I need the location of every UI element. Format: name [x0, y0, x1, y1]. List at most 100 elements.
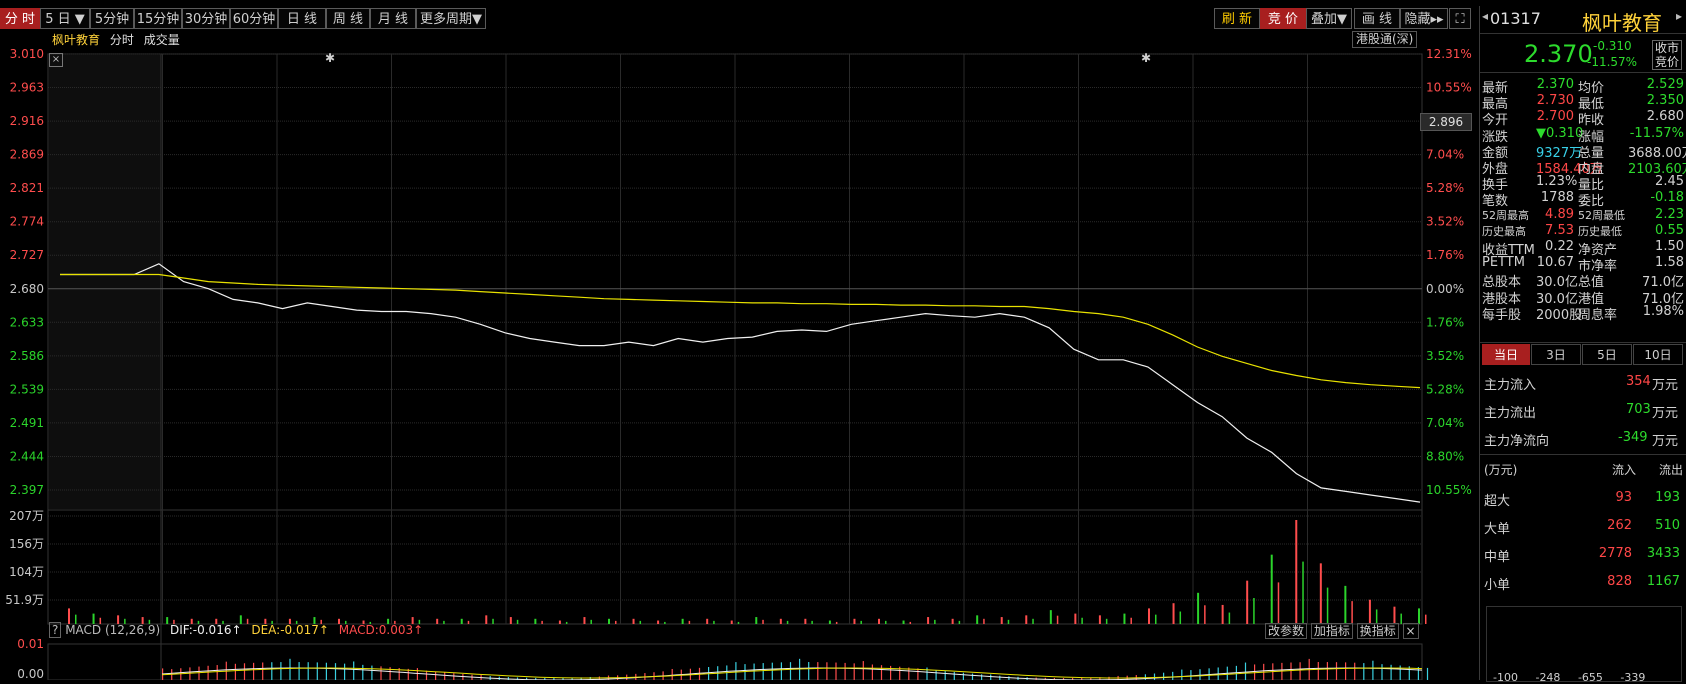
volume-bar — [583, 617, 586, 624]
macd-bar — [1363, 663, 1365, 680]
flow-out-header: 流出 — [1659, 463, 1684, 477]
macd-bar — [999, 675, 1001, 680]
help-icon[interactable]: ? — [49, 622, 62, 638]
macd-bar — [789, 662, 792, 680]
refresh-button[interactable]: 刷 新 — [1214, 8, 1260, 29]
volume-bar — [755, 617, 758, 624]
quote-row: 换手 1.23% 量比 2.45 — [1482, 174, 1684, 193]
close-icon[interactable]: × — [49, 53, 63, 67]
close-indicator-icon[interactable]: × — [1402, 623, 1419, 639]
quote-value: 4.89 — [1545, 206, 1574, 222]
fullscreen-icon[interactable]: ⛶ — [1449, 8, 1471, 29]
macd-bar — [425, 670, 428, 680]
divider — [1480, 33, 1686, 34]
volume-bar — [909, 621, 912, 624]
overlay-button[interactable]: 叠加▼ — [1306, 8, 1352, 29]
tab-5day[interactable]: 5 日 ▼ — [40, 8, 90, 29]
tab-15min[interactable]: 15分钟 — [134, 8, 182, 29]
macd-dea: DEA:-0.017↑ — [251, 623, 329, 637]
quote-label: 52周最低 — [1578, 208, 1625, 222]
volume-bar — [1319, 563, 1322, 624]
volume-bar — [1228, 612, 1231, 624]
volume-bar — [1246, 580, 1249, 624]
price-tick: 2.680 — [10, 282, 44, 296]
quote-value: 2.529 — [1646, 77, 1684, 92]
price-tick: 2.539 — [10, 382, 44, 396]
tab-fenshi[interactable]: 分 时 — [0, 8, 40, 29]
macd-bar — [1354, 662, 1356, 680]
quote-row: 总股本 30.0亿 总值 71.0亿 — [1482, 271, 1684, 290]
macd-bar — [453, 673, 455, 680]
volume-bar — [1105, 618, 1108, 624]
volume-bar — [492, 618, 494, 624]
quote-value: 2.350 — [1646, 93, 1684, 109]
volume-bar — [804, 618, 807, 624]
edit-params-button[interactable]: 改参数 — [1265, 623, 1308, 639]
quote-value: 0.55 — [1655, 222, 1684, 238]
macd-bar — [1144, 674, 1146, 680]
volume-bar — [1000, 617, 1003, 624]
volume-bar — [1204, 605, 1206, 624]
volume-bar — [1098, 615, 1101, 624]
tab-5min[interactable]: 5分钟 — [90, 8, 134, 29]
macd-bar — [198, 666, 200, 680]
volume-bar — [1025, 615, 1028, 624]
volume-bar — [615, 620, 617, 624]
tab-60min[interactable]: 60分钟 — [230, 8, 278, 29]
hide-button[interactable]: 隐藏▸▸ — [1400, 8, 1448, 29]
quote-value: 2.370 — [1536, 77, 1574, 92]
flow-tab-3day[interactable]: 3日 — [1531, 344, 1581, 365]
macd-bar — [325, 662, 327, 680]
prev-stock-icon[interactable]: ◂ — [1482, 9, 1488, 23]
macd-bar — [771, 662, 773, 680]
tab-more-periods[interactable]: 更多周期▼ — [416, 8, 486, 29]
volume-bar — [657, 620, 660, 624]
quote-label: 历史最高 — [1482, 224, 1526, 238]
pct-tick: 10.55% — [1426, 483, 1472, 497]
quote-value: 1.23% — [1536, 174, 1578, 190]
volume-tick: 207万 — [9, 509, 44, 523]
macd-bar — [380, 666, 382, 680]
volume-bar — [688, 620, 691, 624]
volume-bar — [1130, 617, 1132, 624]
quote-value: 1788 — [1540, 190, 1574, 206]
next-stock-icon[interactable]: ▸ — [1676, 9, 1682, 23]
quote-value: -11.57% — [1629, 125, 1684, 141]
flow-tab-5day[interactable]: 5日 — [1582, 344, 1632, 365]
main-net-unit: 万元 — [1652, 434, 1679, 449]
legend-stock-name: 枫叶教育 — [52, 33, 101, 47]
price-tick: 2.586 — [10, 349, 44, 363]
tab-week[interactable]: 周 线 — [326, 8, 370, 29]
price-chart[interactable]: 3.010 12.31% 2.963 10.55% 2.916 2.869 7.04% 2.8… — [0, 46, 1479, 680]
macd-label[interactable]: MACD (12,26,9) — [65, 623, 160, 637]
draw-line-button[interactable]: 画 线 — [1354, 8, 1400, 29]
quote-row: 最高 2.730 最低 2.350 — [1482, 93, 1684, 112]
tab-30min[interactable]: 30分钟 — [182, 8, 230, 29]
main-outflow-label: 主力流出 — [1484, 406, 1537, 421]
quote-value: 2.45 — [1655, 174, 1684, 190]
flow-tab-10day[interactable]: 10日 — [1633, 344, 1683, 365]
pct-tick: 0.00% — [1426, 282, 1464, 296]
flow-row-out: 193 — [1655, 490, 1680, 505]
macd-bar — [762, 663, 764, 680]
volume-bar — [1295, 520, 1298, 624]
auction-button[interactable]: 竞 价 — [1260, 8, 1306, 29]
flow-tab-today[interactable]: 当日 — [1482, 344, 1530, 365]
price-tick: 2.774 — [10, 215, 44, 229]
macd-bar — [353, 661, 355, 680]
macd-bar — [871, 664, 873, 680]
quote-value: 2.700 — [1536, 109, 1574, 125]
quote-label: PETTM — [1482, 255, 1525, 271]
cursor-price-label: 2.896 — [1420, 113, 1472, 131]
quote-header: ◂ 01317 枫叶教育 ▸ — [1480, 6, 1686, 35]
tab-month[interactable]: 月 线 — [370, 8, 416, 29]
macd-bar — [671, 668, 673, 680]
volume-bar — [878, 618, 880, 624]
tab-day[interactable]: 日 线 — [278, 8, 326, 29]
volume-bar — [737, 621, 740, 624]
switch-indicator-button[interactable]: 换指标 — [1356, 623, 1399, 639]
volume-bar — [762, 619, 764, 624]
add-indicator-button[interactable]: 加指标 — [1310, 623, 1353, 639]
volume-bar — [1302, 561, 1304, 624]
quote-value: 1.50 — [1655, 239, 1684, 254]
